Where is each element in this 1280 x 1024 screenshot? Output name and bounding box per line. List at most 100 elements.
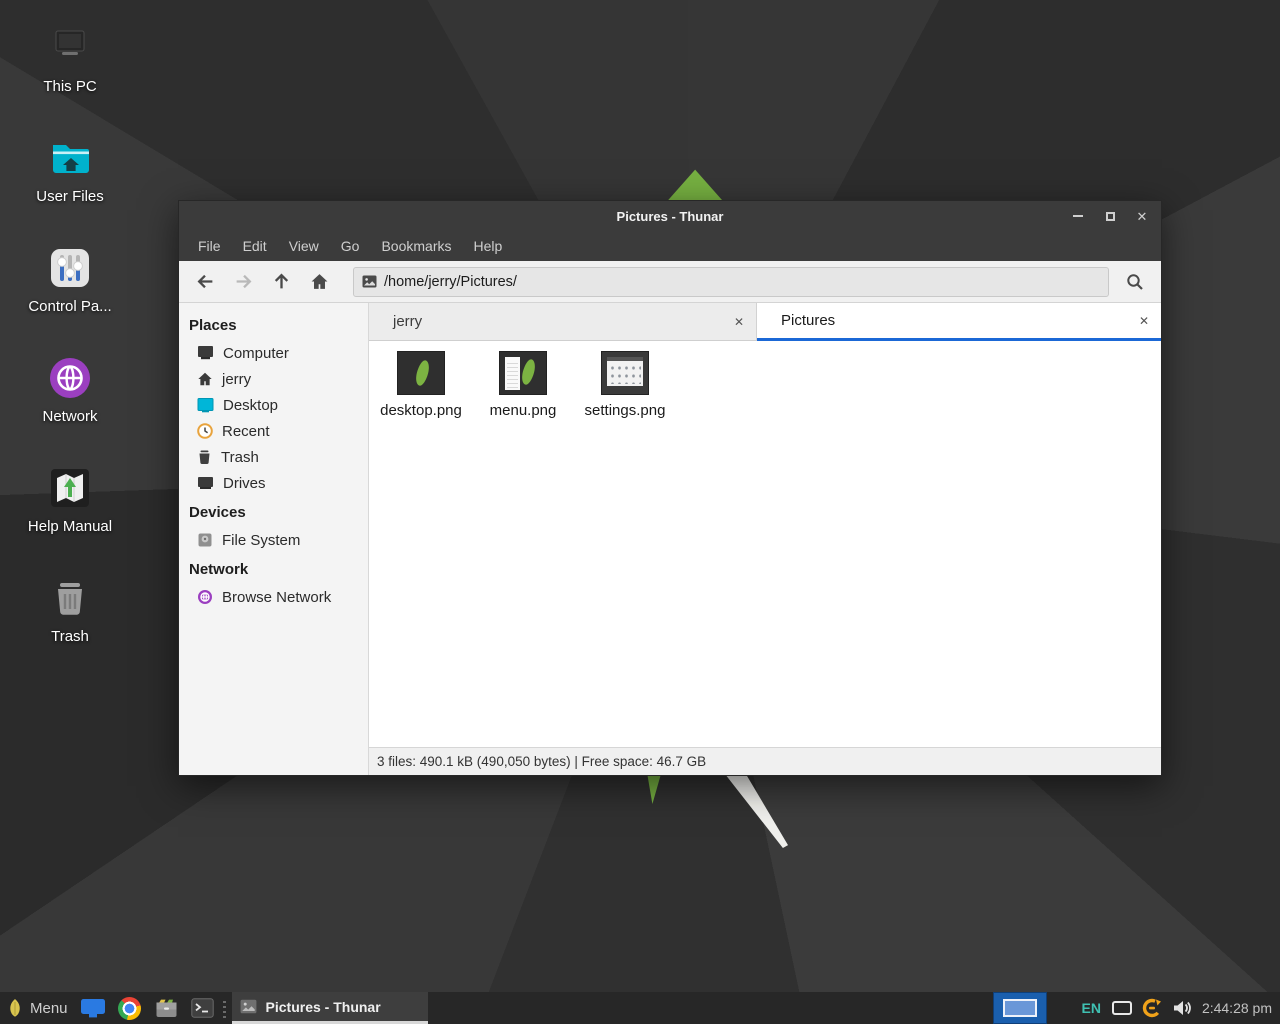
- file-name: menu.png: [479, 402, 567, 419]
- search-button[interactable]: [1117, 266, 1153, 298]
- back-button[interactable]: [187, 266, 223, 298]
- search-icon: [1125, 272, 1145, 292]
- home-icon: [310, 272, 329, 291]
- file-name: settings.png: [581, 402, 669, 419]
- clock[interactable]: 2:44:28 pm: [1202, 1000, 1272, 1016]
- home-button[interactable]: [301, 266, 337, 298]
- sidebar-item-trash[interactable]: Trash: [179, 444, 368, 470]
- file-settings-png[interactable]: settings.png: [581, 351, 669, 419]
- file-cabinet-icon: [154, 997, 179, 1019]
- tab-pictures[interactable]: Pictures ✕: [757, 303, 1161, 341]
- status-text: 3 files: 490.1 kB (490,050 bytes) | Free…: [377, 754, 706, 769]
- forward-arrow-icon: [234, 272, 253, 291]
- file-menu-png[interactable]: menu.png: [479, 351, 567, 419]
- volume-tray-icon[interactable]: [1172, 999, 1192, 1017]
- maximize-button[interactable]: [1101, 207, 1119, 225]
- file-view[interactable]: desktop.png menu.png settings.png: [369, 341, 1161, 747]
- sidebar-item-file-system[interactable]: File System: [179, 527, 368, 553]
- globe-icon: [197, 589, 213, 605]
- desktop-icon-this-pc[interactable]: This PC: [22, 24, 118, 95]
- minimize-button[interactable]: [1069, 207, 1087, 225]
- menu-view[interactable]: View: [278, 233, 330, 259]
- taskbar: Menu: [0, 992, 1280, 1024]
- sidebar-item-computer[interactable]: Computer: [179, 340, 368, 366]
- control-panel-icon: [46, 244, 94, 292]
- desktop-icon-help-manual[interactable]: Help Manual: [22, 464, 118, 535]
- sidebar-item-drives[interactable]: Drives: [179, 470, 368, 496]
- desktop-icon-label: Control Pa...: [22, 298, 118, 315]
- toolbar: /home/jerry/Pictures/: [179, 261, 1161, 303]
- desktop-icon-label: This PC: [22, 78, 118, 95]
- back-arrow-icon: [196, 272, 215, 291]
- mint-leaf-icon: [7, 998, 23, 1018]
- desktop-icon-network[interactable]: Network: [22, 354, 118, 425]
- desktop-icon-control-panel[interactable]: Control Pa...: [22, 244, 118, 315]
- sidebar-item-desktop[interactable]: Desktop: [179, 392, 368, 418]
- trash-icon: [46, 574, 94, 622]
- menu-button[interactable]: [7, 992, 23, 1024]
- menu-button-label[interactable]: Menu: [30, 1000, 68, 1017]
- sidebar-item-jerry[interactable]: jerry: [179, 366, 368, 392]
- menu-file[interactable]: File: [187, 233, 232, 259]
- blue-display-icon: [80, 997, 106, 1019]
- menu-edit[interactable]: Edit: [232, 233, 278, 259]
- status-bar: 3 files: 490.1 kB (490,050 bytes) | Free…: [369, 747, 1161, 775]
- sidebar: Places Computer jerry: [179, 303, 369, 775]
- menubar: File Edit View Go Bookmarks Help: [179, 231, 1161, 261]
- refresh-icon: [1141, 997, 1163, 1019]
- file-thumbnail: [601, 351, 649, 395]
- help-map-icon: [46, 464, 94, 512]
- update-manager-tray-icon[interactable]: [1141, 997, 1163, 1019]
- close-button[interactable]: ✕: [1133, 207, 1151, 225]
- tab-jerry[interactable]: jerry ✕: [369, 303, 757, 341]
- network-globe-icon: [46, 354, 94, 402]
- computer-icon: [197, 345, 214, 361]
- menu-go[interactable]: Go: [330, 233, 371, 259]
- window-titlebar[interactable]: Pictures - Thunar ✕: [179, 201, 1161, 231]
- file-desktop-png[interactable]: desktop.png: [377, 351, 465, 419]
- desktop-icon-label: Trash: [22, 628, 118, 645]
- path-text: /home/jerry/Pictures/: [384, 274, 517, 290]
- menu-bookmarks[interactable]: Bookmarks: [370, 233, 462, 259]
- up-button[interactable]: [263, 266, 299, 298]
- desktop-icon-trash[interactable]: Trash: [22, 574, 118, 645]
- desktop-icon: [197, 397, 214, 413]
- taskbar-window-label: Pictures - Thunar: [266, 999, 381, 1015]
- terminal-icon: [191, 998, 214, 1018]
- image-file-icon: [240, 999, 257, 1014]
- chrome-icon: [118, 997, 141, 1020]
- desktop-icon-user-files[interactable]: User Files: [22, 134, 118, 205]
- sidebar-item-browse-network[interactable]: Browse Network: [179, 584, 368, 610]
- taskbar-right: EN 2:44:28 pm: [993, 992, 1280, 1024]
- speaker-icon: [1172, 999, 1192, 1017]
- window-controls: ✕: [1069, 201, 1151, 231]
- taskbar-left: Menu: [0, 992, 428, 1024]
- launcher-terminal[interactable]: [191, 992, 214, 1024]
- workspace-switcher[interactable]: [993, 992, 1047, 1024]
- launcher-file-manager[interactable]: [154, 992, 179, 1024]
- tab-close-icon[interactable]: ✕: [728, 311, 750, 333]
- harddisk-icon: [197, 532, 213, 548]
- tab-bar: jerry ✕ Pictures ✕: [369, 303, 1161, 341]
- keyboard-layout-indicator[interactable]: EN: [1081, 1000, 1100, 1016]
- sidebar-header-devices: Devices: [179, 496, 368, 527]
- launcher-files[interactable]: [80, 992, 106, 1024]
- tab-close-icon[interactable]: ✕: [1133, 310, 1155, 332]
- taskbar-separator: [223, 998, 226, 1018]
- launcher-chrome[interactable]: [118, 992, 141, 1024]
- path-entry[interactable]: /home/jerry/Pictures/: [353, 267, 1109, 297]
- forward-button[interactable]: [225, 266, 261, 298]
- trash-icon: [197, 449, 212, 465]
- sidebar-item-recent[interactable]: Recent: [179, 418, 368, 444]
- menu-help[interactable]: Help: [463, 233, 514, 259]
- keyboard-icon[interactable]: [1112, 1001, 1132, 1015]
- home-icon: [197, 371, 213, 387]
- desktop-icon-label: Help Manual: [22, 518, 118, 535]
- desktop-icon-label: Network: [22, 408, 118, 425]
- active-workspace: [1003, 999, 1037, 1017]
- image-file-icon: [362, 275, 377, 288]
- up-arrow-icon: [272, 272, 291, 291]
- taskbar-window-button[interactable]: Pictures - Thunar: [232, 992, 428, 1024]
- computer-icon: [46, 24, 94, 72]
- desktop: This PC User Files Control Pa...: [0, 0, 1280, 1024]
